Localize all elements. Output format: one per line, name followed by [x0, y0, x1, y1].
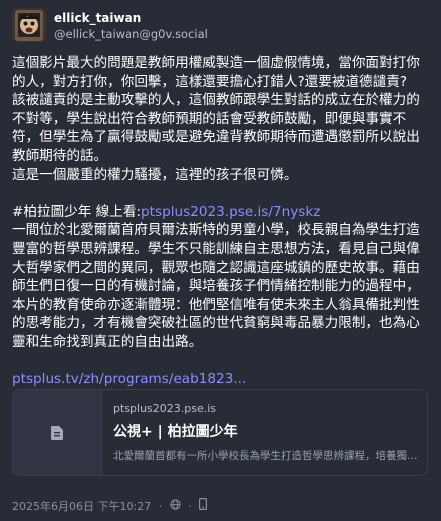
- account-handle[interactable]: @ellick_taiwan@g0v.social: [54, 26, 208, 42]
- link-preview-card[interactable]: ptsplus2023.pse.is 公視+ | 柏拉圖少年 北愛爾蘭首都有一所…: [12, 389, 428, 476]
- paragraph-2: 該被譴責的是主動攻擊的人，這個教師跟學生對話的成立在於權力的不對等，學生說出符合…: [12, 92, 420, 164]
- globe-icon: [170, 498, 181, 515]
- watch-link[interactable]: ptsplus2023.pse.is/7nyskz: [141, 204, 320, 220]
- card-host: ptsplus2023.pse.is: [113, 402, 217, 415]
- status-content: 這個影片最大的問題是教師用權威製造一個虛假情境，當你面對打你的人，對方打你，你回…: [12, 54, 431, 389]
- card-description: 北愛爾蘭首都有一所小學校長為學生打造哲學思辨課程，培養獨立...: [113, 450, 419, 462]
- paragraph-1: 這個影片最大的問題是教師用權威製造一個虛假情境，當你面對打你的人，對方打你，你回…: [12, 55, 420, 90]
- timestamp[interactable]: 2025年6月06日 下午10:27: [12, 499, 151, 515]
- paragraph-5: 一間位於北愛爾蘭首府貝爾法斯特的男童小學，校長親自為學生打造豐富的哲學思辨課程。…: [12, 222, 420, 350]
- avatar-image: [12, 8, 46, 42]
- separator: ·: [158, 499, 163, 513]
- card-title: 公視+ | 柏拉圖少年: [113, 424, 238, 440]
- author-names[interactable]: ellick_taiwan @ellick_taiwan@g0v.social: [54, 10, 208, 42]
- status-footer: 2025年6月06日 下午10:27 · ·: [12, 498, 429, 514]
- paragraph-gap-2: [12, 352, 431, 371]
- paragraph-3: 這是一個嚴重的權力騷擾，這裡的孩子很可憐。: [12, 166, 298, 183]
- separator-2: ·: [188, 499, 192, 513]
- display-name[interactable]: ellick_taiwan: [54, 10, 208, 26]
- card-thumbnail: [13, 390, 102, 475]
- status-header: ellick_taiwan @ellick_taiwan@g0v.social: [12, 8, 429, 44]
- device-icon: [199, 498, 208, 515]
- hashtag-line: #柏拉圖少年 線上看:: [12, 203, 142, 220]
- paragraph-4: #柏拉圖少年 線上看:ptsplus2023.pse.is/7nyskz: [12, 203, 431, 222]
- document-icon: [51, 425, 63, 440]
- avatar[interactable]: [12, 8, 46, 42]
- paragraph-6: ptsplus.tv/zh/programs/eab1823...: [12, 370, 431, 389]
- card-body: ptsplus2023.pse.is 公視+ | 柏拉圖少年 北愛爾蘭首都有一所…: [113, 401, 419, 465]
- program-link[interactable]: ptsplus.tv/zh/programs/eab1823...: [12, 371, 246, 387]
- status-post: ellick_taiwan @ellick_taiwan@g0v.social …: [0, 0, 441, 521]
